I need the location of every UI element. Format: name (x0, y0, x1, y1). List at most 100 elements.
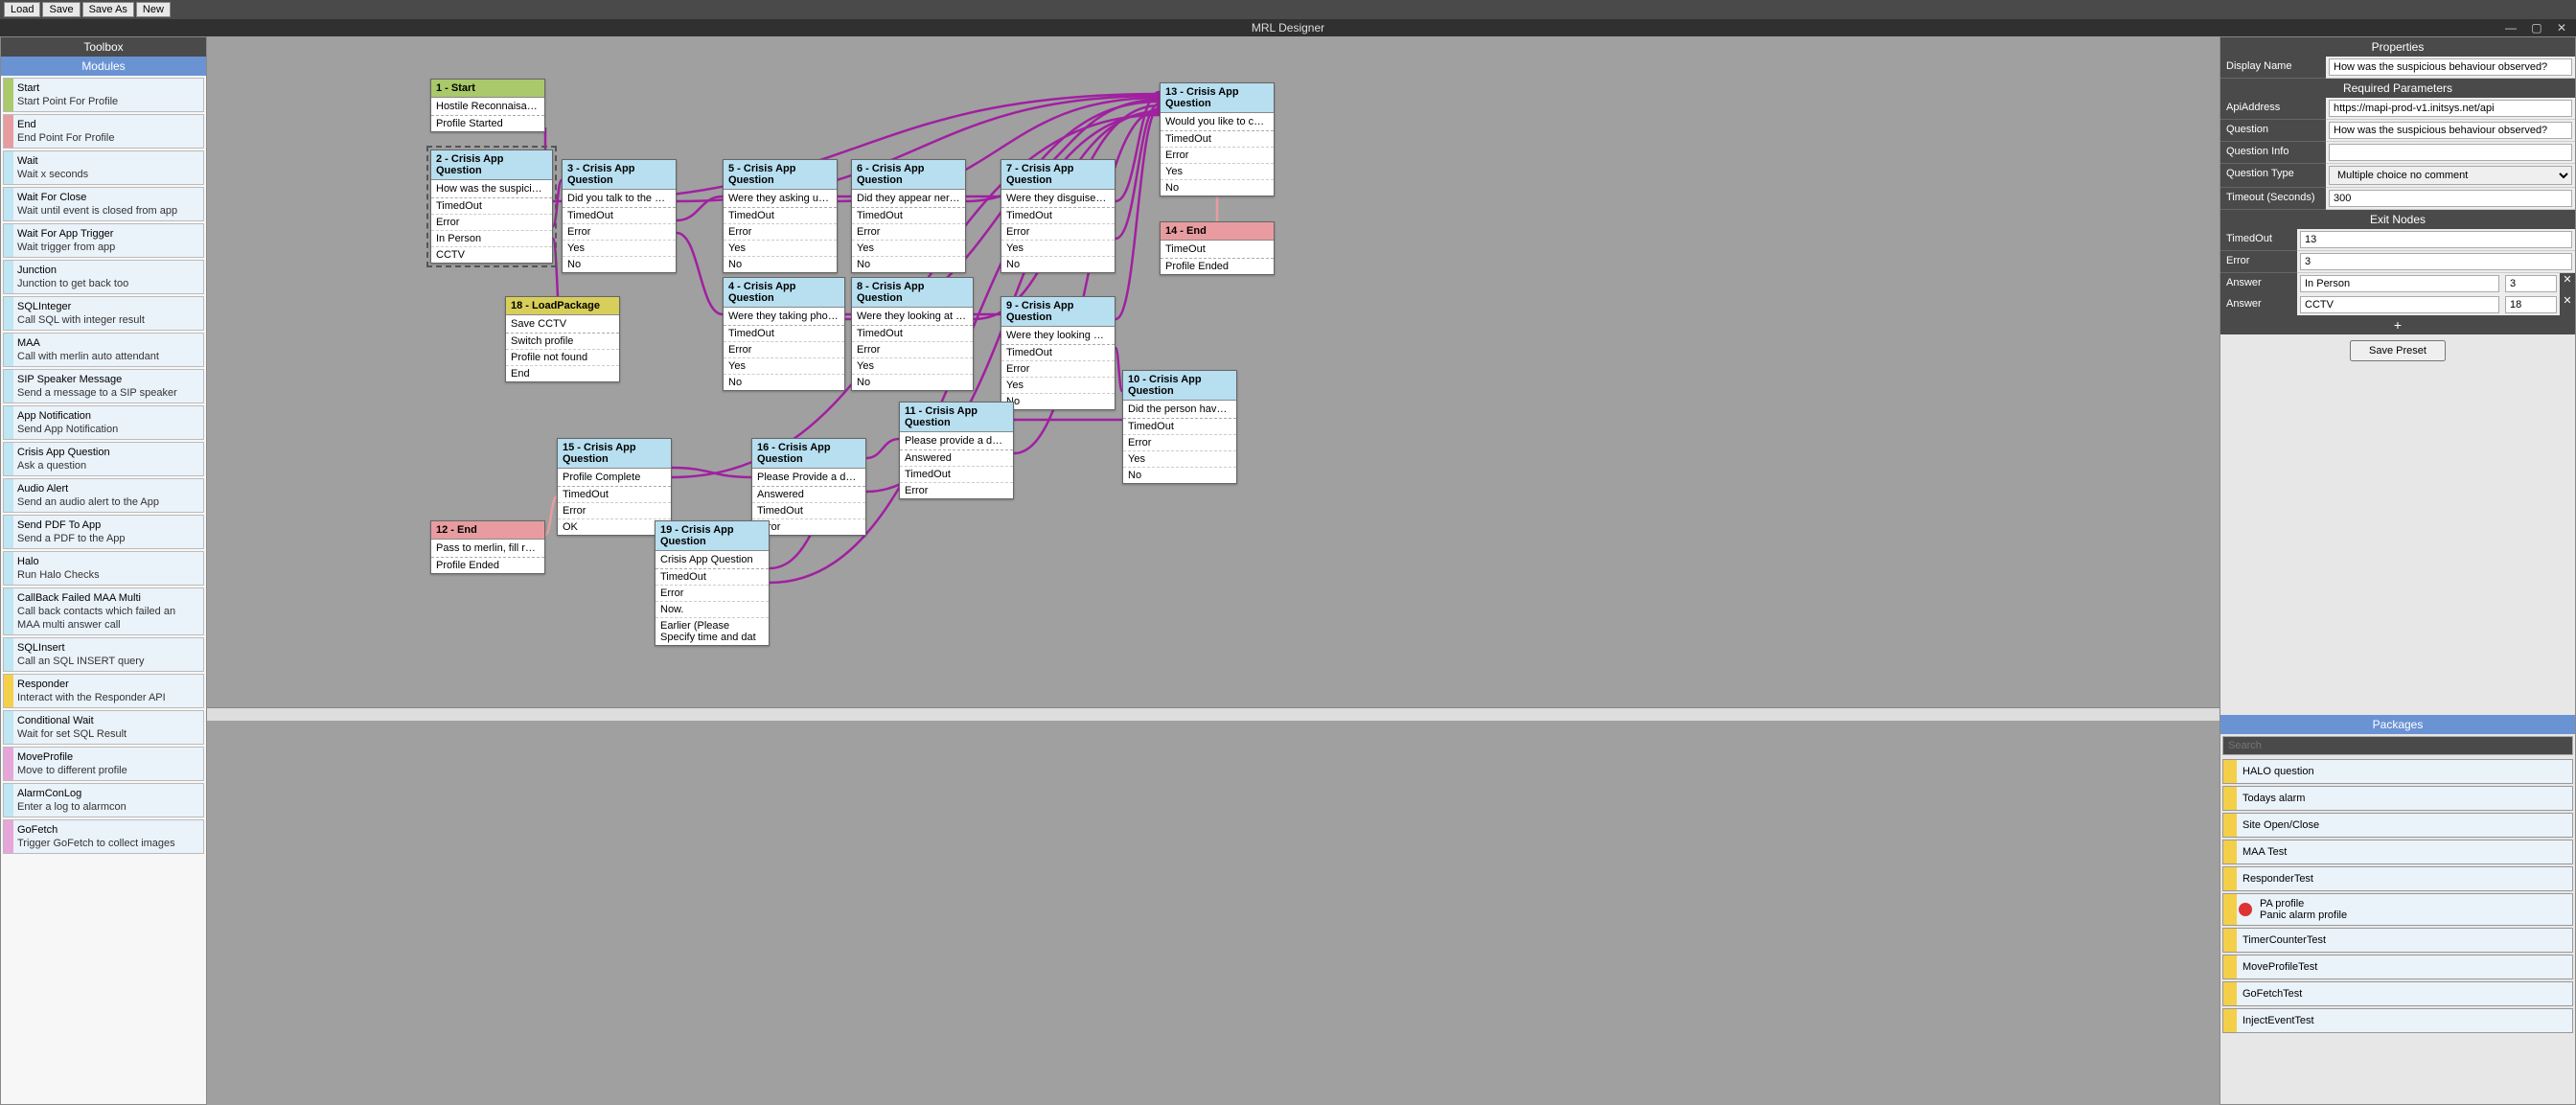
node-port[interactable]: TimedOut (563, 208, 676, 224)
module-item[interactable]: Send PDF To AppSend a PDF to the App (3, 515, 204, 549)
flow-node[interactable]: 1 - Start Hostile ReconnaisanceProfile S… (430, 79, 545, 132)
input-displayname[interactable] (2329, 58, 2572, 76)
add-answer-button[interactable]: + (2220, 315, 2575, 334)
module-item[interactable]: SIP Speaker MessageSend a message to a S… (3, 369, 204, 403)
node-port[interactable]: Error (1001, 361, 1115, 378)
node-port[interactable]: No (724, 375, 844, 390)
node-port[interactable]: Yes (1161, 164, 1274, 180)
node-port[interactable]: TimedOut (852, 326, 973, 342)
module-item[interactable]: EndEnd Point For Profile (3, 114, 204, 149)
node-port[interactable]: End (506, 366, 619, 381)
node-port[interactable]: Yes (1001, 241, 1115, 257)
module-item[interactable]: AlarmConLogEnter a log to alarmcon (3, 783, 204, 817)
input-error[interactable] (2300, 253, 2572, 270)
node-port[interactable]: CCTV (431, 247, 552, 263)
window-controls[interactable]: — ▢ ✕ (2505, 19, 2572, 36)
package-item[interactable]: InjectEventTest (2222, 1008, 2573, 1033)
node-port[interactable]: TimedOut (431, 198, 552, 215)
module-item[interactable]: GoFetchTrigger GoFetch to collect images (3, 819, 204, 854)
node-port[interactable]: TimedOut (852, 208, 965, 224)
packages-list[interactable]: HALO questionTodays alarmSite Open/Close… (2220, 757, 2575, 1105)
package-item[interactable]: ResponderTest (2222, 866, 2573, 891)
module-item[interactable]: Conditional WaitWait for set SQL Result (3, 710, 204, 745)
flow-node[interactable]: 13 - Crisis App Question Would you like … (1160, 82, 1275, 196)
flow-node[interactable]: 11 - Crisis App Question Please provide … (899, 402, 1014, 499)
flow-node[interactable]: 12 - End Pass to merlin, fill report, ca… (430, 520, 545, 574)
node-port[interactable]: TimedOut (1001, 345, 1115, 361)
package-item[interactable]: MoveProfileTest (2222, 955, 2573, 979)
module-item[interactable]: CallBack Failed MAA MultiCall back conta… (3, 587, 204, 635)
module-item[interactable]: Wait For App TriggerWait trigger from ap… (3, 223, 204, 258)
input-timeout[interactable] (2329, 190, 2572, 207)
package-item[interactable]: PA profilePanic alarm profile (2222, 893, 2573, 926)
input-timedout[interactable] (2300, 231, 2572, 248)
node-port[interactable]: No (1123, 468, 1236, 483)
module-item[interactable]: SQLInsertCall an SQL INSERT query (3, 637, 204, 672)
canvas-scrollbar[interactable] (207, 707, 2220, 721)
module-list[interactable]: StartStart Point For Profile EndEnd Poin… (1, 76, 206, 1104)
module-item[interactable]: JunctionJunction to get back too (3, 260, 204, 294)
node-port[interactable]: Answered (752, 487, 865, 503)
node-port[interactable]: Error (900, 483, 1013, 498)
flow-node[interactable]: 6 - Crisis App Question Did they appear … (851, 159, 966, 273)
node-port[interactable]: Yes (1001, 378, 1115, 394)
module-item[interactable]: StartStart Point For Profile (3, 78, 204, 112)
package-item[interactable]: GoFetchTest (2222, 981, 2573, 1006)
package-item[interactable]: HALO question (2222, 759, 2573, 784)
module-item[interactable]: SQLIntegerCall SQL with integer result (3, 296, 204, 331)
node-port[interactable]: TimedOut (900, 467, 1013, 483)
flow-node[interactable]: 4 - Crisis App Question Were they taking… (723, 277, 845, 391)
menu-new[interactable]: New (136, 2, 171, 17)
save-preset-button[interactable]: Save Preset (2350, 340, 2446, 361)
package-item[interactable]: Todays alarm (2222, 786, 2573, 811)
node-port[interactable]: Yes (852, 358, 973, 375)
flow-node[interactable]: 2 - Crisis App Question How was the susp… (430, 150, 553, 264)
node-port[interactable]: Error (852, 342, 973, 358)
node-port[interactable]: TimedOut (1161, 131, 1274, 148)
node-port[interactable]: TimedOut (558, 487, 671, 503)
module-item[interactable]: Crisis App QuestionAsk a question (3, 442, 204, 476)
node-port[interactable]: TimedOut (1123, 419, 1236, 435)
node-port[interactable]: TimedOut (724, 326, 844, 342)
flow-node[interactable]: 8 - Crisis App Question Were they lookin… (851, 277, 974, 391)
node-port[interactable]: Error (1001, 224, 1115, 241)
node-port[interactable]: Error (1123, 435, 1236, 451)
node-port[interactable]: Now. (656, 602, 769, 618)
node-port[interactable]: Yes (724, 241, 837, 257)
node-port[interactable]: Yes (852, 241, 965, 257)
node-port[interactable]: No (724, 257, 837, 272)
node-port[interactable]: Error (852, 224, 965, 241)
module-item[interactable]: MAACall with merlin auto attendant (3, 333, 204, 367)
node-port[interactable]: No (1001, 394, 1115, 409)
module-item[interactable]: App NotificationSend App Notification (3, 405, 204, 440)
package-item[interactable]: MAA Test (2222, 840, 2573, 864)
flow-node[interactable]: 19 - Crisis App Question Crisis App Ques… (655, 520, 770, 646)
node-port[interactable]: Yes (724, 358, 844, 375)
node-port[interactable]: Error (431, 215, 552, 231)
node-port[interactable]: Profile Ended (1161, 259, 1274, 274)
flow-node[interactable]: 7 - Crisis App Question Were they disgui… (1000, 159, 1116, 273)
node-port[interactable]: Earlier (Please Specify time and dat (656, 618, 769, 645)
menu-load[interactable]: Load (4, 2, 40, 17)
select-questiontype[interactable]: Multiple choice no comment (2329, 166, 2572, 185)
module-item[interactable]: ResponderInteract with the Responder API (3, 674, 204, 708)
canvas-area[interactable]: 1 - Start Hostile ReconnaisanceProfile S… (207, 36, 2220, 1105)
node-port[interactable]: No (1001, 257, 1115, 272)
input-answer-text[interactable] (2300, 275, 2499, 292)
input-questioninfo[interactable] (2329, 144, 2572, 161)
module-item[interactable]: WaitWait x seconds (3, 150, 204, 185)
delete-answer-button[interactable]: ✕ (2560, 294, 2575, 315)
node-port[interactable]: In Person (431, 231, 552, 247)
node-port[interactable]: No (1161, 180, 1274, 196)
node-port[interactable]: Yes (563, 241, 676, 257)
node-port[interactable]: Error (656, 586, 769, 602)
node-port[interactable]: TimedOut (1001, 208, 1115, 224)
module-item[interactable]: HaloRun Halo Checks (3, 551, 204, 586)
node-port[interactable]: TimedOut (752, 503, 865, 519)
node-port[interactable]: Error (558, 503, 671, 519)
flow-node[interactable]: 3 - Crisis App Question Did you talk to … (562, 159, 677, 273)
node-port[interactable]: Yes (1123, 451, 1236, 468)
node-port[interactable]: Error (724, 342, 844, 358)
menu-save[interactable]: Save (42, 2, 80, 17)
flow-node[interactable]: 18 - LoadPackage Save CCTVSwitch profile… (505, 296, 620, 382)
